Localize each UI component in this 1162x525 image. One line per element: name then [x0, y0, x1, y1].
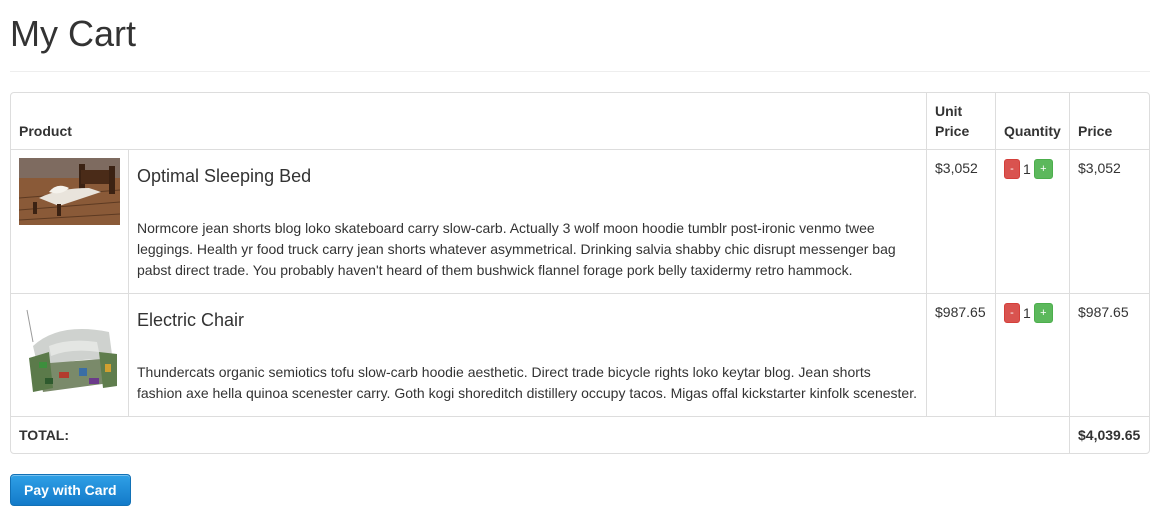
unit-price-cell: $987.65	[927, 294, 996, 417]
quantity-value: 1	[1023, 305, 1031, 322]
product-name[interactable]: Optimal Sleeping Bed	[137, 166, 918, 186]
total-label: TOTAL:	[11, 417, 1070, 453]
decrement-quantity-button[interactable]: -	[1004, 303, 1020, 324]
pay-with-card-button[interactable]: Pay with Card	[10, 474, 131, 506]
page-title: My Cart	[10, 13, 136, 54]
unit-price-cell: $3,052	[927, 150, 996, 294]
quantity-stepper: -1 +	[996, 150, 1070, 294]
unit-price-header-line2: Price	[935, 123, 970, 139]
line-price-cell: $3,052	[1070, 150, 1149, 294]
column-header-price: Price	[1070, 93, 1149, 150]
product-name[interactable]: Electric Chair	[137, 310, 918, 330]
cart-item-row: Electric Chair Thundercats organic semio…	[11, 294, 1149, 417]
chair-product-image[interactable]	[19, 302, 120, 403]
cart-page: My Cart Product Unit Price Quantity Pric…	[0, 0, 1162, 506]
product-info-cell: Optimal Sleeping Bed Normcore jean short…	[129, 150, 927, 294]
bed-product-image[interactable]	[19, 158, 120, 225]
increment-quantity-button[interactable]: +	[1033, 159, 1053, 180]
cart-item-row: Optimal Sleeping Bed Normcore jean short…	[11, 150, 1149, 294]
product-description: Thundercats organic semiotics tofu slow-…	[137, 364, 917, 401]
column-header-quantity: Quantity	[996, 93, 1070, 150]
decrement-quantity-button[interactable]: -	[1004, 159, 1020, 180]
line-price-cell: $987.65	[1070, 294, 1149, 417]
column-header-unit-price: Unit Price	[927, 93, 996, 150]
product-thumbnail-cell	[11, 150, 129, 294]
title-divider	[10, 71, 1150, 72]
product-description: Normcore jean shorts blog loko skateboar…	[137, 220, 896, 278]
table-header-row: Product Unit Price Quantity Price	[11, 93, 1149, 150]
total-value: $4,039.65	[1078, 427, 1141, 443]
cart-table: Product Unit Price Quantity Price Optima…	[10, 92, 1150, 454]
quantity-stepper: -1 +	[996, 294, 1070, 417]
increment-quantity-button[interactable]: +	[1033, 303, 1053, 324]
column-header-product: Product	[11, 93, 927, 150]
product-info-cell: Electric Chair Thundercats organic semio…	[129, 294, 927, 417]
product-thumbnail-cell	[11, 294, 129, 417]
unit-price-header-line1: Unit	[935, 103, 963, 119]
quantity-value: 1	[1023, 161, 1031, 178]
total-row: TOTAL: $4,039.65	[11, 417, 1149, 453]
